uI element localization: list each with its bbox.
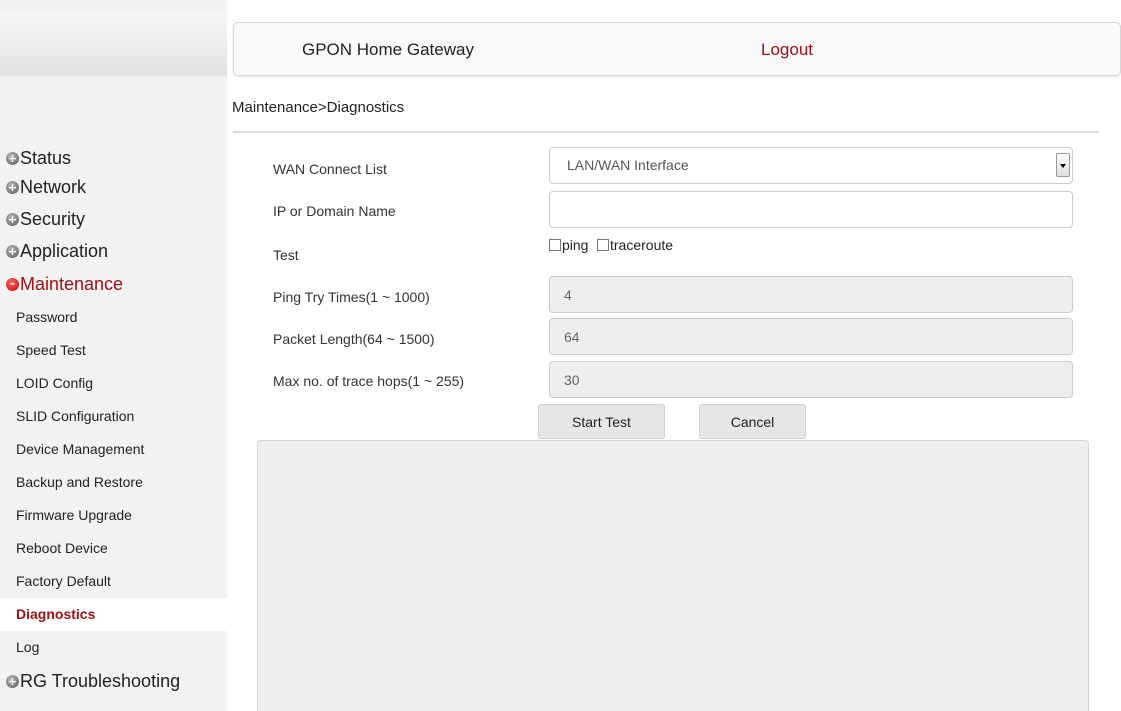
sidebar-item-security[interactable]: + Security xyxy=(6,207,85,231)
ping-try-times-input[interactable] xyxy=(549,276,1073,313)
logout-link[interactable]: Logout xyxy=(761,40,813,60)
ip-domain-label: IP or Domain Name xyxy=(273,203,396,219)
ping-label: ping xyxy=(562,237,589,253)
sidebar-item-application[interactable]: + Application xyxy=(6,239,108,263)
packet-length-input[interactable] xyxy=(549,318,1073,355)
sidebar-sub-slid-configuration[interactable]: SLID Configuration xyxy=(0,400,227,433)
test-label: Test xyxy=(273,247,299,263)
sidebar-item-label: RG Troubleshooting xyxy=(20,670,181,691)
divider xyxy=(233,131,1099,133)
minus-circle-icon: – xyxy=(6,277,19,291)
sidebar: + Status + Network + Security + Applicat… xyxy=(0,0,227,711)
ping-try-times-label: Ping Try Times(1 ~ 1000) xyxy=(273,289,430,305)
max-trace-hops-label: Max no. of trace hops(1 ~ 255) xyxy=(273,373,465,389)
sidebar-sub-loid-config[interactable]: LOID Config xyxy=(0,367,227,400)
sidebar-sub-factory-default[interactable]: Factory Default xyxy=(0,565,227,598)
chevron-down-icon[interactable] xyxy=(1056,153,1070,177)
sidebar-sub-firmware-upgrade[interactable]: Firmware Upgrade xyxy=(0,499,227,532)
sidebar-logo-area xyxy=(0,12,227,76)
sidebar-sub-password[interactable]: Password xyxy=(0,301,227,334)
sidebar-item-label: Maintenance xyxy=(20,273,124,294)
header-bar: GPON Home Gateway Logout xyxy=(233,22,1121,76)
plus-circle-icon: + xyxy=(6,244,19,258)
sidebar-sub-device-management[interactable]: Device Management xyxy=(0,433,227,466)
sidebar-item-label: Security xyxy=(20,208,86,229)
sidebar-sub-speed-test[interactable]: Speed Test xyxy=(0,334,227,367)
traceroute-checkbox[interactable] xyxy=(597,239,609,251)
traceroute-checkbox-group[interactable]: traceroute xyxy=(597,237,673,253)
sidebar-item-label: Network xyxy=(20,176,87,197)
breadcrumb: Maintenance>Diagnostics xyxy=(232,99,405,116)
plus-circle-icon: + xyxy=(6,180,19,194)
traceroute-label: traceroute xyxy=(610,237,674,253)
sidebar-item-label: Application xyxy=(20,240,109,261)
sidebar-sub-backup-and-restore[interactable]: Backup and Restore xyxy=(0,466,227,499)
packet-length-label: Packet Length(64 ~ 1500) xyxy=(273,331,435,347)
ping-checkbox[interactable] xyxy=(549,239,561,251)
sidebar-item-status[interactable]: + Status xyxy=(6,146,71,170)
sidebar-item-network[interactable]: + Network xyxy=(6,175,86,199)
sidebar-item-maintenance[interactable]: – Maintenance xyxy=(6,272,123,296)
max-trace-hops-input[interactable] xyxy=(549,361,1073,398)
sidebar-item-rg-troubleshooting[interactable]: + RG Troubleshooting xyxy=(6,669,180,693)
wan-connect-selected-value: LAN/WAN Interface xyxy=(567,157,689,173)
plus-circle-icon: + xyxy=(6,212,19,226)
start-test-button[interactable]: Start Test xyxy=(538,404,665,439)
sidebar-sub-log[interactable]: Log xyxy=(0,631,227,664)
sidebar-item-label: Status xyxy=(20,147,72,168)
result-output-area[interactable] xyxy=(257,440,1089,711)
wan-connect-list-label: WAN Connect List xyxy=(273,161,387,177)
wan-connect-select[interactable]: LAN/WAN Interface xyxy=(549,147,1073,184)
ping-checkbox-group[interactable]: ping xyxy=(549,237,588,253)
plus-circle-icon: + xyxy=(6,674,19,688)
ip-domain-input[interactable] xyxy=(549,191,1073,228)
plus-circle-icon: + xyxy=(6,151,19,165)
sidebar-sub-reboot-device[interactable]: Reboot Device xyxy=(0,532,227,565)
app-title: GPON Home Gateway xyxy=(302,40,474,59)
cancel-button[interactable]: Cancel xyxy=(699,404,806,439)
sidebar-sub-diagnostics[interactable]: Diagnostics xyxy=(0,598,227,631)
